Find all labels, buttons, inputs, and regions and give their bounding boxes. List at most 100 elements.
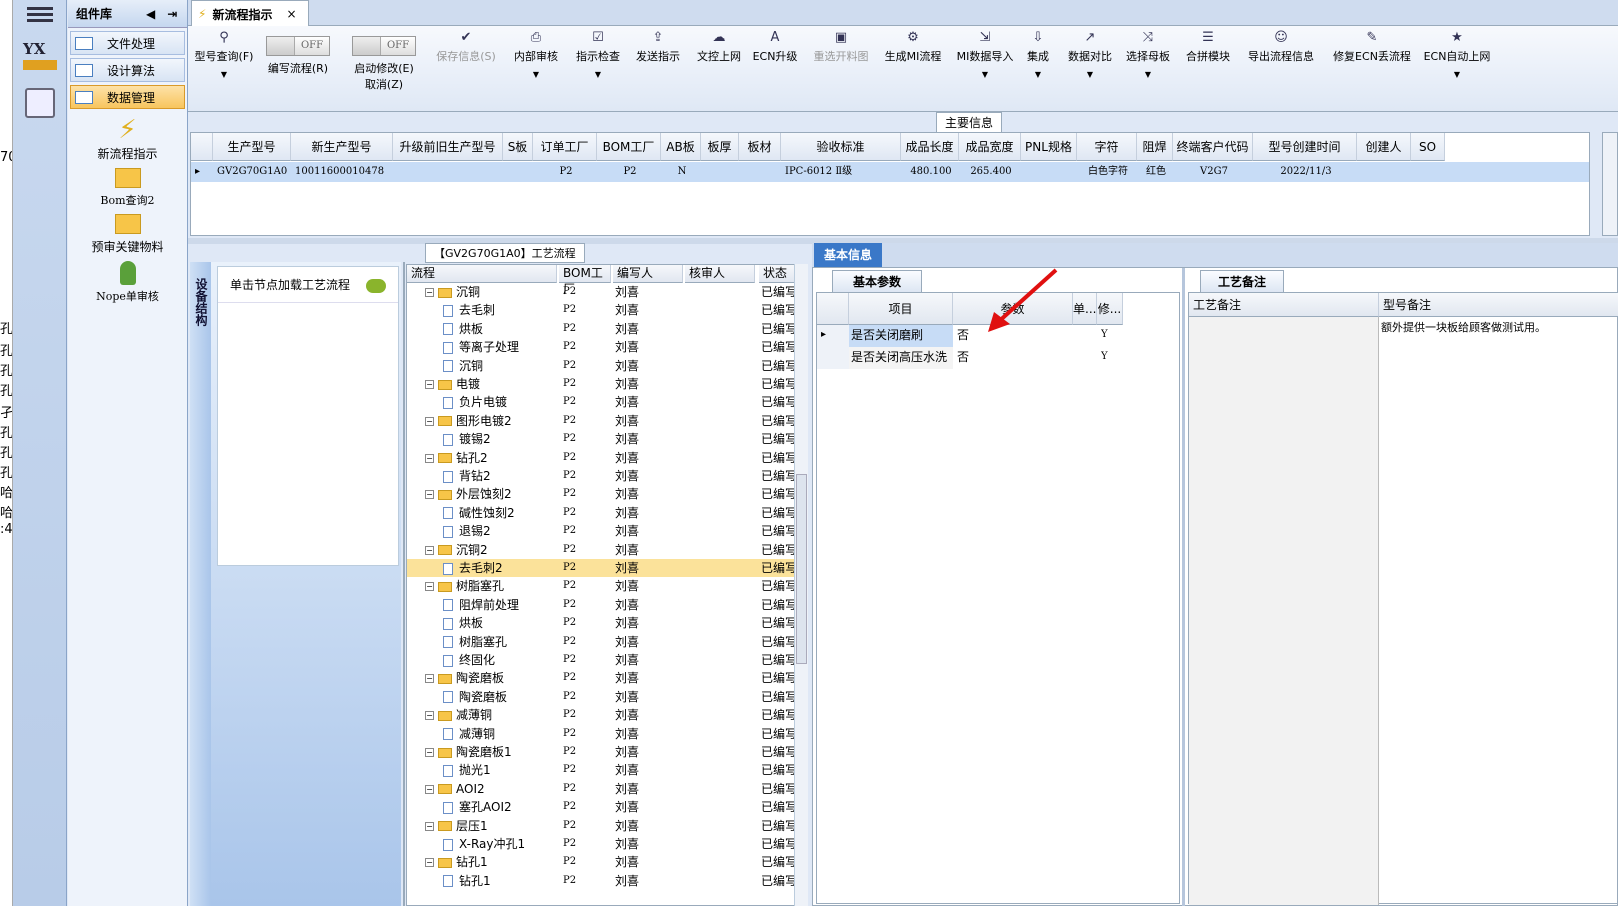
param-col-header[interactable]: 项目 [849,293,953,325]
dropdown-arrow-icon[interactable]: ▼ [950,70,1020,79]
main-info-col-header[interactable]: PNL规格 [1021,133,1077,161]
main-info-cell[interactable]: 白色字符 [1081,162,1135,182]
main-info-col-header[interactable]: BOM工厂 [597,133,661,161]
tree-row[interactable]: − 陶瓷磨板1 P2 刘喜 已编写 [407,743,797,761]
tree-node[interactable]: 塞孔AOI2 [443,798,559,816]
collapse-icon[interactable]: − [425,784,434,794]
main-info-cell[interactable]: GV2G70G1A0 [217,162,289,182]
tree-node[interactable]: 背钻2 [443,467,559,485]
param-unit-cell[interactable] [1073,347,1097,369]
close-icon[interactable]: × [286,7,296,21]
tab-basic-params[interactable]: 基本参数 [832,270,922,292]
main-info-cell[interactable]: IPC-6012 Ⅱ级 [785,162,899,182]
tree-node[interactable]: 烘板 [443,320,559,338]
collapse-icon[interactable]: − [425,380,434,389]
main-info-col-header[interactable]: 阻焊 [1137,133,1173,161]
tree-col-header[interactable]: 核审人 [685,265,755,283]
toolbar-button[interactable]: ✔ 保存信息(S) [426,30,506,64]
tree-node[interactable]: 树脂塞孔 [443,633,559,651]
tree-node[interactable]: − 图形电镀2 [425,412,559,430]
toolbar-button[interactable]: ☰ 合拼模块 [1178,30,1238,64]
tree-row[interactable]: 负片电镀 P2 刘喜 已编写 [407,393,797,411]
tree-row[interactable]: 烘板 P2 刘喜 已编写 [407,614,797,632]
collapse-icon[interactable]: − [425,453,434,463]
tree-node[interactable]: 终固化 [443,651,559,669]
tree-node[interactable]: 碱性蚀刻2 [443,504,559,522]
dropdown-arrow-icon[interactable]: ▼ [506,70,566,79]
main-info-col-header[interactable]: 板材 [739,133,781,161]
dropdown-arrow-icon[interactable]: ▼ [1118,70,1178,79]
main-info-col-header[interactable]: 验收标准 [781,133,901,161]
collapse-icon[interactable]: − [425,416,434,426]
tree-row[interactable]: − 沉铜2 P2 刘喜 已编写 [407,541,797,559]
pin-icon[interactable]: ⇥ [167,7,177,21]
tree-node[interactable]: − 陶瓷磨板 [425,669,559,687]
dropdown-arrow-icon[interactable]: ▼ [188,70,260,79]
collapse-icon[interactable]: − [425,748,434,757]
tree-node[interactable]: − 钻孔1 [425,853,559,871]
tree-row[interactable]: 陶瓷磨板 P2 刘喜 已编写 [407,688,797,706]
collapse-icon[interactable]: − [425,821,434,831]
tree-row[interactable]: − 钻孔1 P2 刘喜 已编写 [407,853,797,871]
tree-node[interactable]: 退锡2 [443,522,559,540]
component-item-algorithm[interactable]: 设计算法 [70,58,185,82]
tree-row[interactable]: 终固化 P2 刘喜 已编写 [407,651,797,669]
row-selector[interactable]: ▸ [817,325,849,347]
param-mod-cell[interactable]: Y [1101,325,1125,347]
param-col-header[interactable]: 修... [1097,293,1123,325]
collapse-icon[interactable]: − [425,858,434,868]
splitter[interactable] [403,262,405,906]
tree-node[interactable]: − 电镀 [425,375,559,393]
tree-node[interactable]: 陶瓷磨板 [443,688,559,706]
main-info-col-header[interactable]: S板 [503,133,533,161]
tree-row[interactable]: 树脂塞孔 P2 刘喜 已编写 [407,633,797,651]
param-mod-cell[interactable]: Y [1101,347,1125,369]
tree-node[interactable]: 等离子处理 [443,338,559,356]
collapse-icon[interactable]: − [425,288,434,297]
main-info-col-header[interactable]: 字符 [1077,133,1137,161]
model-note-text[interactable]: 额外提供一块板给顾客做测试用。 [1381,319,1546,335]
tab-new-flow[interactable]: ⚡ 新流程指示 × [191,0,309,27]
toolbar-button[interactable]: ↗ 数据对比 ▼ [1060,30,1120,79]
toolbar-button[interactable]: OFF 启动修改(E) 取消(Z) [343,30,425,92]
tree-node[interactable]: − 沉铜2 [425,541,559,559]
tree-row[interactable]: 去毛刺2 P2 刘喜 已编写 [407,559,797,578]
side-tab-device[interactable]: 设备结构 [193,278,210,326]
tree-node[interactable]: 烘板 [443,614,559,632]
param-col-header[interactable]: 单... [1073,293,1097,325]
dropdown-arrow-icon[interactable]: ▼ [1420,70,1494,79]
tree-node[interactable]: 钻孔1 [443,872,559,890]
toolbar-button[interactable]: ☁ 文控上网 [691,30,747,64]
main-info-col-header[interactable]: 升级前旧生产型号 [393,133,503,161]
collapse-icon[interactable]: − [425,674,434,684]
main-info-col-header[interactable]: 终端客户代码 [1173,133,1253,161]
tree-node[interactable]: 抛光1 [443,761,559,779]
tree-node[interactable]: 减薄铜 [443,725,559,743]
tree-node[interactable]: − 层压1 [425,817,559,835]
load-node-button[interactable]: 单击节点加载工艺流程 [218,267,398,303]
menu-icon[interactable] [27,4,53,26]
main-info-col-header[interactable]: AB板 [661,133,701,161]
tree-row[interactable]: − 钻孔2 P2 刘喜 已编写 [407,449,797,467]
tree-node[interactable]: 沉铜 [443,357,559,375]
tree-row[interactable]: − 电镀 P2 刘喜 已编写 [407,375,797,393]
main-info-cell[interactable]: 480.100 [905,162,957,182]
tree-row[interactable]: 烘板 P2 刘喜 已编写 [407,320,797,338]
param-unit-cell[interactable] [1073,325,1097,347]
tree-row[interactable]: − 树脂塞孔 P2 刘喜 已编写 [407,577,797,595]
tree-row[interactable]: 去毛刺 P2 刘喜 已编写 [407,301,797,319]
tree-node[interactable]: 镀锡2 [443,430,559,448]
collapse-icon[interactable]: − [425,711,434,721]
component-item-data[interactable]: 数据管理 [70,85,185,109]
tree-row[interactable]: X-Ray冲孔1 P2 刘喜 已编写 [407,835,797,853]
tree-node[interactable]: 负片电镀 [443,393,559,411]
main-info-cell[interactable]: 265.400 [963,162,1019,182]
tree-row[interactable]: 碱性蚀刻2 P2 刘喜 已编写 [407,504,797,522]
yx-logo-icon[interactable]: YX [23,40,57,74]
launcher-nope-review[interactable]: Nope单审核 [68,261,187,304]
toolbar-button[interactable]: ⇲ MI数据导入 ▼ [950,30,1020,79]
tree-node[interactable]: − AOI2 [425,780,559,798]
main-info-cell[interactable]: 红色 [1141,162,1171,182]
tree-node[interactable]: 去毛刺 [443,301,559,319]
tree-row[interactable]: 沉铜 P2 刘喜 已编写 [407,357,797,375]
